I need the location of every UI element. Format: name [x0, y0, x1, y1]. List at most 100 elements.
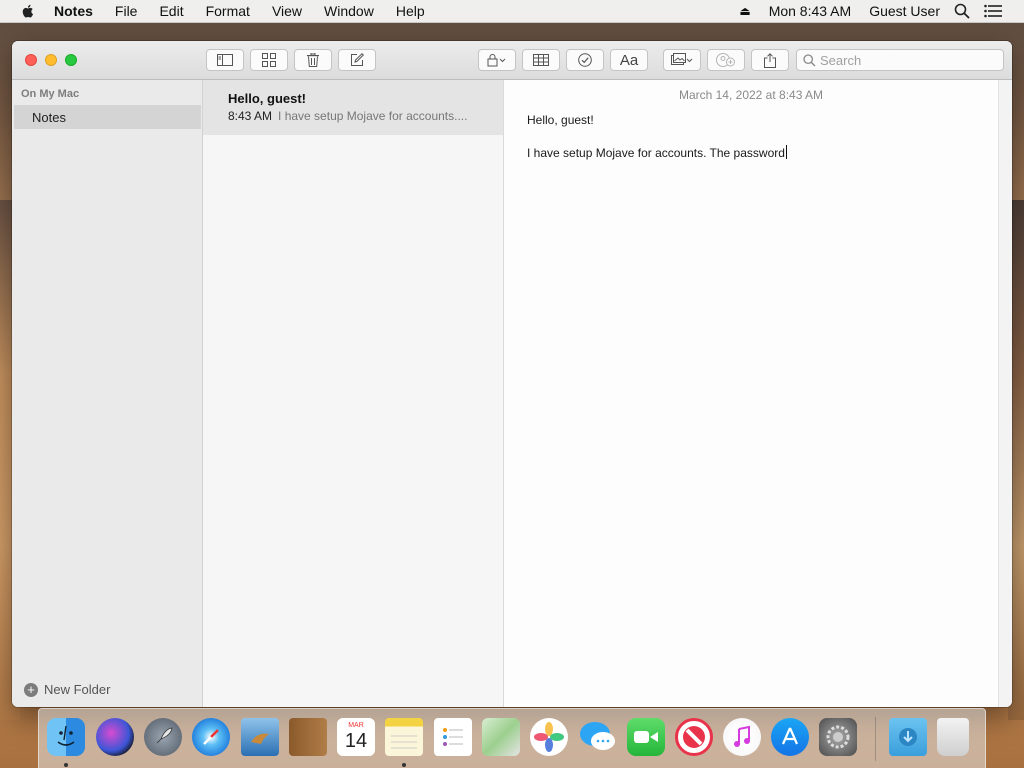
calendar-day: 14 — [344, 730, 368, 752]
new-note-button[interactable] — [338, 49, 376, 71]
dock-separator — [875, 717, 876, 761]
folder-label: Notes — [32, 109, 66, 125]
notes-running-indicator — [402, 763, 406, 767]
photos-flower-icon — [534, 722, 564, 752]
launchpad-icon[interactable] — [144, 718, 182, 756]
lock-note-button[interactable] — [478, 49, 516, 71]
news-icon[interactable] — [675, 718, 713, 756]
search-input[interactable] — [820, 52, 990, 68]
eagle-stamp-icon — [251, 733, 269, 744]
notes-window: Aa On My Mac Notes + New Folder Hello, g… — [12, 41, 1012, 707]
menu-bar: Notes File Edit Format View Window Help … — [0, 0, 1024, 23]
zoom-button[interactable] — [65, 54, 77, 66]
itunes-icon[interactable] — [723, 718, 761, 756]
checkmark-circle-icon — [578, 53, 592, 67]
sidebar-toggle-button[interactable] — [206, 49, 244, 71]
add-people-button[interactable] — [707, 49, 745, 71]
finder-icon[interactable] — [47, 718, 85, 756]
notification-center-icon[interactable] — [984, 4, 1002, 18]
reminders-list-icon — [443, 728, 463, 746]
format-button[interactable]: Aa — [610, 49, 648, 71]
format-label: Aa — [619, 51, 639, 69]
notes-lines-icon — [391, 735, 417, 749]
note-body-line-1[interactable]: Hello, guest! — [527, 113, 594, 127]
menu-format[interactable]: Format — [206, 3, 250, 19]
share-button[interactable] — [751, 49, 789, 71]
safari-icon[interactable] — [192, 718, 230, 756]
siri-icon[interactable] — [96, 718, 134, 756]
section-header-on-my-mac: On My Mac — [21, 88, 80, 100]
menu-clock[interactable]: Mon 8:43 AM — [769, 3, 852, 19]
close-button[interactable] — [25, 54, 37, 66]
calendar-month: MAR — [348, 722, 364, 729]
photos-icon[interactable] — [530, 718, 568, 756]
downloads-folder-icon[interactable] — [889, 718, 927, 756]
note-editor[interactable]: March 14, 2022 at 8:43 AM Hello, guest! … — [504, 80, 998, 707]
table-icon — [533, 54, 549, 66]
table-button[interactable] — [522, 49, 560, 71]
note-meta: 8:43 AM I have setup Mojave for accounts.… — [228, 109, 490, 123]
search-icon — [803, 53, 816, 66]
messages-icon[interactable] — [579, 718, 617, 756]
note-body-line-2[interactable]: I have setup Mojave for accounts. The pa… — [527, 145, 787, 160]
new-folder-label: New Folder — [44, 682, 111, 697]
menu-user[interactable]: Guest User — [869, 3, 940, 19]
notes-app-icon[interactable] — [385, 718, 423, 756]
media-icon — [671, 53, 693, 65]
apple-icon[interactable] — [18, 3, 38, 19]
menu-help[interactable]: Help — [396, 3, 425, 19]
facetime-icon[interactable] — [627, 718, 665, 756]
maps-icon[interactable] — [482, 718, 520, 756]
system-preferences-icon[interactable] — [819, 718, 857, 756]
finder-running-indicator — [64, 763, 68, 767]
music-note-icon — [734, 725, 750, 747]
eject-icon[interactable]: ⏏ — [739, 4, 750, 18]
grid-icon — [262, 53, 276, 67]
menu-file[interactable]: File — [115, 3, 138, 19]
rocket-icon — [156, 727, 173, 744]
note-time: 8:43 AM — [228, 109, 273, 123]
spotlight-search-icon[interactable] — [954, 3, 970, 19]
menu-app-notes[interactable]: Notes — [54, 3, 93, 19]
app-store-a-icon — [781, 727, 799, 745]
menu-edit[interactable]: Edit — [159, 3, 183, 19]
checklist-button[interactable] — [566, 49, 604, 71]
plus-circle-icon: + — [24, 682, 38, 697]
note-list-item[interactable]: Hello, guest! 8:43 AM I have setup Mojave… — [203, 80, 503, 135]
share-icon — [764, 52, 776, 68]
notes-list: Hello, guest! 8:43 AM I have setup Mojave… — [203, 80, 504, 707]
download-arrow-icon — [899, 728, 917, 746]
note-title: Hello, guest! — [228, 91, 307, 106]
gallery-view-button[interactable] — [250, 49, 288, 71]
menu-extras: ⏏ Mon 8:43 AM Guest User — [721, 3, 1024, 19]
note-preview: I have setup Mojave for accounts.... — [278, 109, 468, 123]
gear-icon — [826, 725, 850, 749]
speech-bubbles-icon — [580, 722, 615, 750]
delete-note-button[interactable] — [294, 49, 332, 71]
note-body-text: I have setup Mojave for accounts. The pa… — [527, 146, 785, 160]
calendar-icon[interactable]: MAR 14 — [337, 718, 375, 756]
reminders-icon[interactable] — [434, 718, 472, 756]
contacts-icon[interactable] — [289, 718, 327, 756]
finder-face-icon — [57, 725, 75, 746]
menu-window[interactable]: Window — [324, 3, 374, 19]
minimize-button[interactable] — [45, 54, 57, 66]
text-caret — [785, 145, 787, 159]
add-media-button[interactable] — [663, 49, 701, 71]
sidebar-folder-notes[interactable]: Notes — [14, 105, 201, 129]
compose-icon — [351, 53, 364, 66]
video-camera-icon — [634, 731, 658, 743]
search-field[interactable] — [796, 49, 1004, 71]
app-store-icon[interactable] — [771, 718, 809, 756]
mail-icon[interactable] — [241, 718, 279, 756]
trash-dock-icon[interactable] — [937, 718, 969, 756]
add-people-icon — [716, 53, 735, 67]
no-sign-icon — [683, 726, 705, 748]
lock-icon — [487, 54, 506, 67]
note-date: March 14, 2022 at 8:43 AM — [678, 88, 824, 102]
window-toolbar: Aa — [12, 41, 1012, 80]
menu-view[interactable]: View — [272, 3, 302, 19]
dock: MAR 14 — [38, 708, 986, 768]
editor-scroll-track — [998, 80, 1012, 707]
new-folder-button[interactable]: + New Folder — [24, 682, 110, 697]
